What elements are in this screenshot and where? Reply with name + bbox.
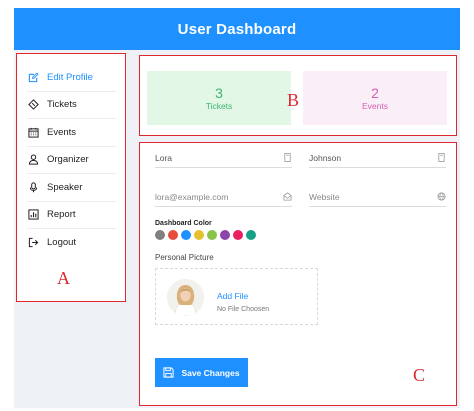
add-file-link[interactable]: Add File	[217, 291, 248, 301]
first-name-input[interactable]	[155, 152, 265, 163]
chart-icon	[27, 209, 39, 221]
sidebar-item-label: Edit Profile	[47, 71, 93, 83]
last-name-input[interactable]	[309, 152, 419, 163]
file-status-text: No File Choosen	[217, 306, 270, 313]
save-changes-button[interactable]: Save Changes	[155, 358, 248, 387]
save-changes-label: Save Changes	[181, 367, 240, 378]
sidebar-item-edit-profile[interactable]: Edit Profile	[27, 64, 116, 92]
tickets-count: 3	[215, 84, 223, 101]
last-name-field	[309, 148, 446, 168]
sidebar-item-label: Logout	[47, 237, 77, 249]
events-count: 2	[371, 84, 379, 101]
website-input[interactable]	[309, 191, 419, 202]
edit-icon	[27, 71, 39, 83]
calendar-icon	[27, 126, 39, 138]
annotation-marker-a: A	[57, 268, 70, 288]
page-header: User Dashboard	[14, 8, 460, 50]
sidebar-item-label: Organizer	[47, 154, 89, 166]
color-swatch-4[interactable]	[194, 230, 204, 240]
color-swatch-2[interactable]	[168, 230, 178, 240]
website-field	[309, 187, 446, 207]
color-swatch-6[interactable]	[220, 230, 230, 240]
personal-picture-label: Personal Picture	[155, 253, 214, 262]
id-card-icon	[436, 153, 446, 163]
avatar	[167, 279, 204, 316]
sidebar-item-label: Speaker	[47, 181, 83, 193]
page-title: User Dashboard	[177, 20, 297, 38]
sidebar-item-label: Events	[47, 126, 77, 138]
color-swatch-8[interactable]	[246, 230, 256, 240]
dashboard-color-label: Dashboard Color	[155, 220, 212, 227]
profile-form: Dashboard Color Personal Picture Add Fil…	[139, 142, 457, 406]
sidebar: Edit Profile Tickets Events Organizer Sp…	[16, 53, 126, 302]
ticket-icon	[27, 99, 39, 111]
color-swatch-3[interactable]	[181, 230, 191, 240]
tickets-label: Tickets	[205, 100, 233, 111]
email-field	[155, 187, 292, 207]
tickets-stat-card[interactable]: 3 Tickets	[147, 71, 291, 125]
sidebar-item-organizer[interactable]: Organizer	[27, 147, 116, 174]
sidebar-item-logout[interactable]: Logout	[27, 229, 116, 257]
color-swatch-1[interactable]	[155, 230, 165, 240]
annotation-marker-b: B	[287, 90, 300, 110]
color-swatch-7[interactable]	[233, 230, 243, 240]
sidebar-item-tickets[interactable]: Tickets	[27, 92, 116, 119]
sidebar-item-events[interactable]: Events	[27, 119, 116, 147]
logout-icon	[27, 237, 39, 249]
sidebar-item-speaker[interactable]: Speaker	[27, 174, 116, 202]
sidebar-nav: Edit Profile Tickets Events Organizer Sp…	[17, 54, 125, 257]
annotation-marker-c: C	[413, 365, 426, 385]
user-icon	[27, 154, 39, 166]
events-label: Events	[362, 100, 388, 111]
color-swatch-5[interactable]	[207, 230, 217, 240]
save-icon	[163, 367, 175, 378]
first-name-field	[155, 148, 292, 168]
id-card-icon	[282, 153, 292, 163]
sidebar-item-label: Tickets	[47, 99, 77, 111]
events-stat-card[interactable]: 2 Events	[303, 71, 447, 125]
globe-icon	[436, 192, 446, 202]
picture-upload-box[interactable]: Add File No File Choosen	[155, 268, 318, 325]
sidebar-item-label: Report	[47, 209, 76, 221]
sidebar-item-report[interactable]: Report	[27, 202, 116, 229]
microphone-icon	[27, 181, 39, 193]
envelope-icon	[282, 192, 292, 202]
email-input[interactable]	[155, 191, 265, 202]
stats-panel: 3 Tickets 2 Events B	[139, 55, 457, 136]
color-swatch-row	[155, 230, 256, 240]
